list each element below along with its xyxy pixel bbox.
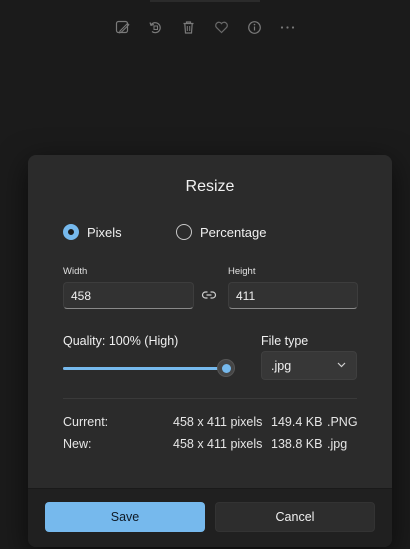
new-size: 138.8 KB bbox=[271, 437, 323, 451]
divider bbox=[63, 398, 357, 399]
height-input[interactable]: 411 bbox=[228, 282, 358, 309]
quality-slider[interactable] bbox=[63, 359, 235, 377]
new-type: .jpg bbox=[327, 437, 348, 451]
link-icon[interactable] bbox=[201, 289, 217, 301]
dialog-title: Resize bbox=[185, 178, 235, 195]
current-dimensions: 458 x 411 pixels bbox=[173, 415, 263, 429]
delete-icon bbox=[183, 20, 194, 34]
file-type-dropdown[interactable]: .jpg bbox=[261, 351, 357, 380]
info-icon bbox=[248, 20, 261, 34]
rotate-icon bbox=[149, 21, 161, 33]
percentage-radio[interactable]: Percentage bbox=[176, 224, 267, 240]
quality-label: Quality: 100% (High) bbox=[63, 334, 179, 348]
new-dimensions: 458 x 411 pixels bbox=[173, 437, 263, 451]
rotate-button[interactable] bbox=[139, 12, 172, 42]
info-button[interactable] bbox=[238, 12, 271, 42]
current-size: 149.4 KB bbox=[271, 415, 323, 429]
resize-dialog: Resize Pixels Percentage Width Height 45… bbox=[28, 155, 392, 547]
current-label: Current: bbox=[63, 415, 109, 429]
edit-image-button[interactable] bbox=[106, 12, 139, 42]
width-label: Width bbox=[63, 266, 88, 277]
cancel-button[interactable]: Cancel bbox=[215, 502, 375, 532]
new-label: New: bbox=[63, 437, 92, 451]
more-button[interactable] bbox=[271, 12, 304, 42]
pixels-radio-label: Pixels bbox=[87, 224, 122, 240]
image-toolbar bbox=[0, 0, 410, 60]
more-icon bbox=[280, 25, 295, 29]
dialog-footer: Save Cancel bbox=[28, 488, 392, 547]
favorite-button[interactable] bbox=[205, 12, 238, 42]
chevron-down-icon bbox=[337, 362, 346, 368]
slider-fill bbox=[63, 367, 226, 370]
favorite-icon bbox=[215, 21, 228, 33]
width-input[interactable]: 458 bbox=[63, 282, 194, 309]
delete-button[interactable] bbox=[172, 12, 205, 42]
edit-image-icon bbox=[115, 20, 130, 33]
file-type-value: .jpg bbox=[271, 358, 292, 373]
pixels-radio[interactable]: Pixels bbox=[63, 224, 122, 240]
save-button[interactable]: Save bbox=[45, 502, 205, 532]
radio-unselected-indicator bbox=[176, 224, 192, 240]
height-label: Height bbox=[228, 266, 256, 277]
percentage-radio-label: Percentage bbox=[200, 224, 267, 240]
current-type: .PNG bbox=[327, 415, 358, 429]
slider-thumb[interactable] bbox=[217, 359, 235, 377]
file-type-label: File type bbox=[261, 334, 309, 348]
radio-selected-indicator bbox=[63, 224, 79, 240]
